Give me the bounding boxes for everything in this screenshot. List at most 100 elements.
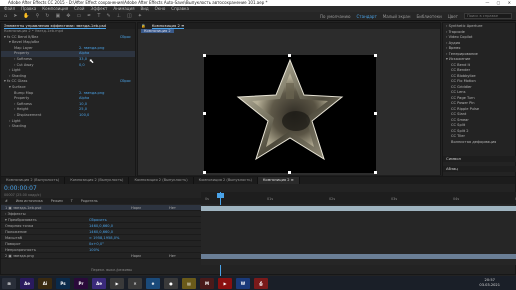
- layer-parent-select[interactable]: Нет: [169, 253, 176, 259]
- workspace-2[interactable]: Малый экран: [383, 14, 411, 19]
- effect-item[interactable]: Волнистая деформация: [443, 140, 515, 146]
- pen-tool-icon[interactable]: ✒: [87, 13, 91, 19]
- word-icon[interactable]: W: [236, 277, 250, 289]
- paragraph-panel-header: Абзац: [443, 166, 516, 172]
- layer-label: Положение: [5, 230, 27, 234]
- time-ruler[interactable]: 0s01s02s03s04s05s: [201, 192, 516, 204]
- timeline-tab-0[interactable]: Композиция 2 (Выпуклость): [1, 177, 66, 184]
- viewer-breadcrumb: Композиция 2: [138, 29, 440, 35]
- effects-presets-panel: › Synthetic Aperture › Trapcode › Video Co…: [442, 22, 516, 182]
- windows-taskbar: ⊞ Ae Ai Ps Pr Ae ▶ ✕ e ● ▤ M ▶ W ⎙: [0, 276, 516, 290]
- brush-tool-icon[interactable]: ✎: [106, 13, 110, 19]
- timeline-tabs: Композиция 2 (Выпуклость) Композиция 2 (В…: [1, 177, 515, 184]
- zoom-tool-icon[interactable]: ⚲: [36, 13, 40, 19]
- layer-label: 1 ▣ звезда-1eb.psd: [5, 206, 42, 210]
- star-artwork: [236, 58, 344, 161]
- timeline-fps: 00007 (25.00 кадр/с): [4, 193, 41, 197]
- property-label: › Height: [14, 107, 29, 112]
- property-label: ▾ fx CC Bend It/Bez: [4, 34, 39, 39]
- layer-mode-select[interactable]: Норм: [131, 253, 141, 259]
- pr-icon[interactable]: Pr: [74, 277, 88, 289]
- property-label: Map Layer: [14, 45, 33, 50]
- hand-tool-icon[interactable]: ✋: [23, 13, 29, 19]
- property-label: ▾ fx CC Glass: [4, 79, 28, 84]
- pan-tool-icon[interactable]: ✥: [66, 13, 70, 19]
- composition-canvas[interactable]: [203, 54, 377, 174]
- breadcrumb-item[interactable]: Композиция 2: [141, 29, 174, 33]
- timeline-tab-2[interactable]: Композиция 2 (Выпуклость): [129, 177, 194, 184]
- start-icon[interactable]: ⊞: [2, 277, 16, 289]
- ai-icon[interactable]: Ai: [38, 277, 52, 289]
- stamp-tool-icon[interactable]: ⊥: [117, 13, 121, 19]
- timeline-layers: 1 ▣ звезда-1eb.psd Норм Нет › Эффекты ▾ Пр…: [1, 205, 201, 259]
- layer-label: ▾ Преобразовать: [5, 218, 37, 222]
- rotate-tool-icon[interactable]: ↻: [45, 13, 49, 19]
- timeline-layer-row[interactable]: 2 ▣ звезда.png Норм Нет: [1, 253, 201, 259]
- mouse-cursor-icon: ⬉: [89, 58, 95, 65]
- timeline-tracks-area: [201, 205, 516, 265]
- switches-modes-toggle[interactable]: Перекл. выкл./режимы: [91, 268, 132, 272]
- effects-list: › Synthetic Aperture › Trapcode › Video Co…: [443, 23, 515, 145]
- text-tool-icon[interactable]: T: [97, 13, 100, 19]
- tab-paragraph[interactable]: Абзац: [446, 166, 458, 172]
- puppet-tool-icon[interactable]: ✦: [138, 13, 142, 19]
- property-label: Bump Map: [14, 90, 34, 95]
- timeline-tab-3[interactable]: Композиция 2 (Выпуклость): [194, 177, 258, 184]
- ruler-tick-label: 03s: [391, 197, 398, 201]
- timeline-column-header[interactable]: Режим: [51, 198, 63, 204]
- layer-1-duration-bar[interactable]: [201, 206, 516, 211]
- ps-icon[interactable]: Ps: [56, 277, 70, 289]
- workspace-1[interactable]: Стандарт: [357, 14, 377, 19]
- timeline-tab-1[interactable]: Композиция 2 (Выпуклость): [65, 177, 130, 184]
- character-panel-header: Символ: [443, 156, 516, 162]
- effect-property-row[interactable]: › Shading: [1, 124, 135, 130]
- property-label: Property: [14, 96, 30, 101]
- timeline-panel: Композиция 2 (Выпуклость) Композиция 2 (В…: [0, 176, 516, 276]
- layer-label: Опорная точка: [5, 224, 34, 228]
- system-clock[interactable]: 20:57 03.03.2021: [479, 278, 500, 288]
- app-icon[interactable]: ▶: [110, 277, 124, 289]
- workspace-0[interactable]: По умолчанию: [320, 14, 351, 19]
- property-label: › Displacement: [14, 112, 42, 117]
- composition-viewer-panel: 🔒 Композиция 2 ≡ Композиция 2: [137, 22, 442, 182]
- layer-label: › Эффекты: [5, 212, 26, 216]
- yt-icon[interactable]: ▶: [218, 277, 232, 289]
- x-icon[interactable]: ✕: [128, 277, 142, 289]
- timeline-column-header[interactable]: Родитель: [81, 198, 98, 204]
- property-label: › Softness: [14, 56, 32, 61]
- home-tool-icon[interactable]: ⌂: [4, 13, 7, 19]
- workspace-4[interactable]: Цвет: [448, 14, 458, 19]
- property-label: › Shading: [9, 73, 27, 78]
- effect-controls-panel: Элементы управления эффектами: звезда-1e…: [0, 22, 136, 182]
- layer-2-duration-bar[interactable]: [201, 254, 516, 259]
- ie-icon[interactable]: e: [146, 277, 160, 289]
- timeline-column-header[interactable]: Имя источника: [16, 198, 43, 204]
- tab-character[interactable]: Символ: [446, 156, 461, 162]
- help-search-input[interactable]: Поиск в справке: [464, 13, 512, 19]
- ruler-tick-label: 04s: [453, 197, 460, 201]
- timeline-tab-4[interactable]: Композиция 2 ≡: [257, 177, 300, 184]
- ruler-tick-label: 0s: [205, 197, 209, 201]
- camera-tool-icon[interactable]: ▣: [56, 13, 61, 19]
- pdf-icon[interactable]: ⎙: [254, 277, 268, 289]
- selection-tool-icon[interactable]: ➤: [13, 13, 17, 19]
- timeline-columns: # Имя источника Режим T Родитель: [1, 198, 201, 204]
- rectangle-tool-icon[interactable]: ▭: [76, 13, 81, 19]
- layer-label: Масштаб: [5, 236, 23, 240]
- m-icon[interactable]: M: [200, 277, 214, 289]
- timeline-timecode[interactable]: 0:00:00:07: [4, 185, 37, 192]
- property-label: Property: [14, 51, 30, 56]
- property-label: ▾ Bevel Map/oбм: [9, 40, 40, 45]
- effect-properties-list: ▾ fx CC Bend It/Bez Сброс ▾ Bevel Map/oбм M…: [1, 35, 135, 130]
- timeline-column-header[interactable]: #: [5, 198, 8, 204]
- folder-icon[interactable]: ▤: [182, 277, 196, 289]
- timeline-column-header[interactable]: T: [71, 198, 73, 204]
- layer-label: Непрозрачность: [5, 248, 36, 252]
- ae-icon[interactable]: Ae: [20, 277, 34, 289]
- property-label: › Shading: [9, 124, 27, 129]
- playhead-handle[interactable]: [217, 193, 224, 198]
- ae2-icon[interactable]: Ae: [92, 277, 106, 289]
- workspace-3[interactable]: Библиотеки: [417, 14, 442, 19]
- eraser-tool-icon[interactable]: ◫: [127, 13, 132, 19]
- chrome-icon[interactable]: ●: [164, 277, 178, 289]
